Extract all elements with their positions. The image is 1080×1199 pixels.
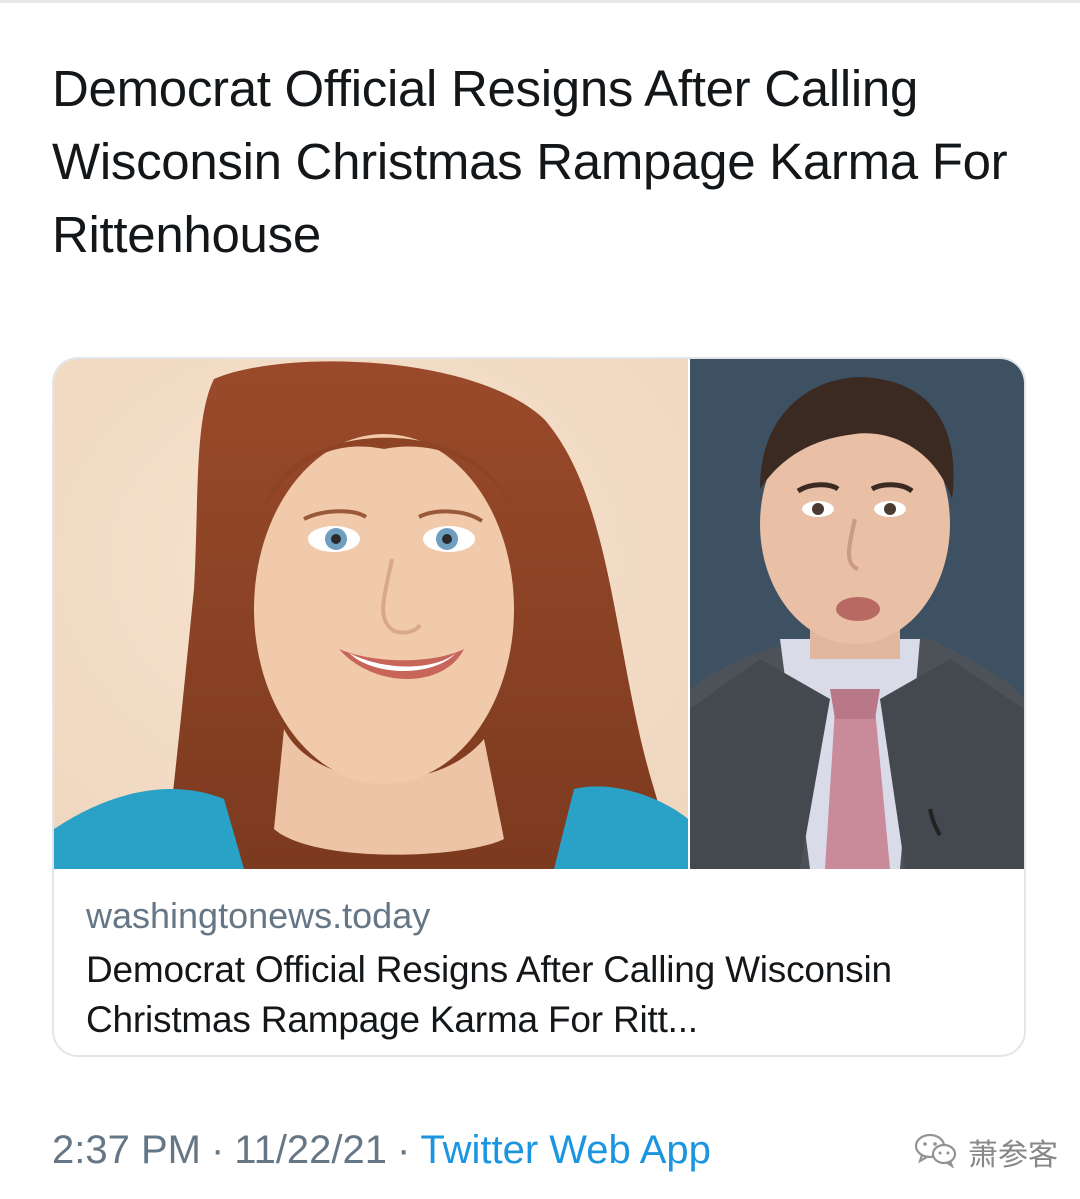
wechat-icon (914, 1132, 958, 1173)
watermark: 萧参客 (914, 1132, 1058, 1173)
card-photo-man (690, 359, 1024, 869)
tweet-time[interactable]: 2:37 PM (52, 1128, 201, 1172)
watermark-text: 萧参客 (968, 1138, 1058, 1173)
link-preview-card[interactable]: washingtonews.today Democrat Official Re… (52, 357, 1026, 1057)
tweet-date[interactable]: 11/22/21 (234, 1128, 387, 1172)
card-domain: washingtonews.today (86, 895, 431, 936)
footer-separator: · (210, 1128, 225, 1172)
card-photo-woman (54, 359, 688, 869)
card-meta: washingtonews.today Democrat Official Re… (86, 893, 1006, 1045)
tweet-source-link[interactable]: Twitter Web App (420, 1128, 711, 1172)
top-divider (0, 0, 1080, 3)
tweet-text: Democrat Official Resigns After Calling … (52, 60, 1008, 263)
card-media[interactable] (54, 359, 1024, 869)
footer-separator: · (397, 1128, 411, 1172)
card-title: Democrat Official Resigns After Calling … (86, 949, 892, 1040)
tweet-footer: 2:37 PM · 11/22/21 · Twitter Web App (52, 1124, 711, 1176)
